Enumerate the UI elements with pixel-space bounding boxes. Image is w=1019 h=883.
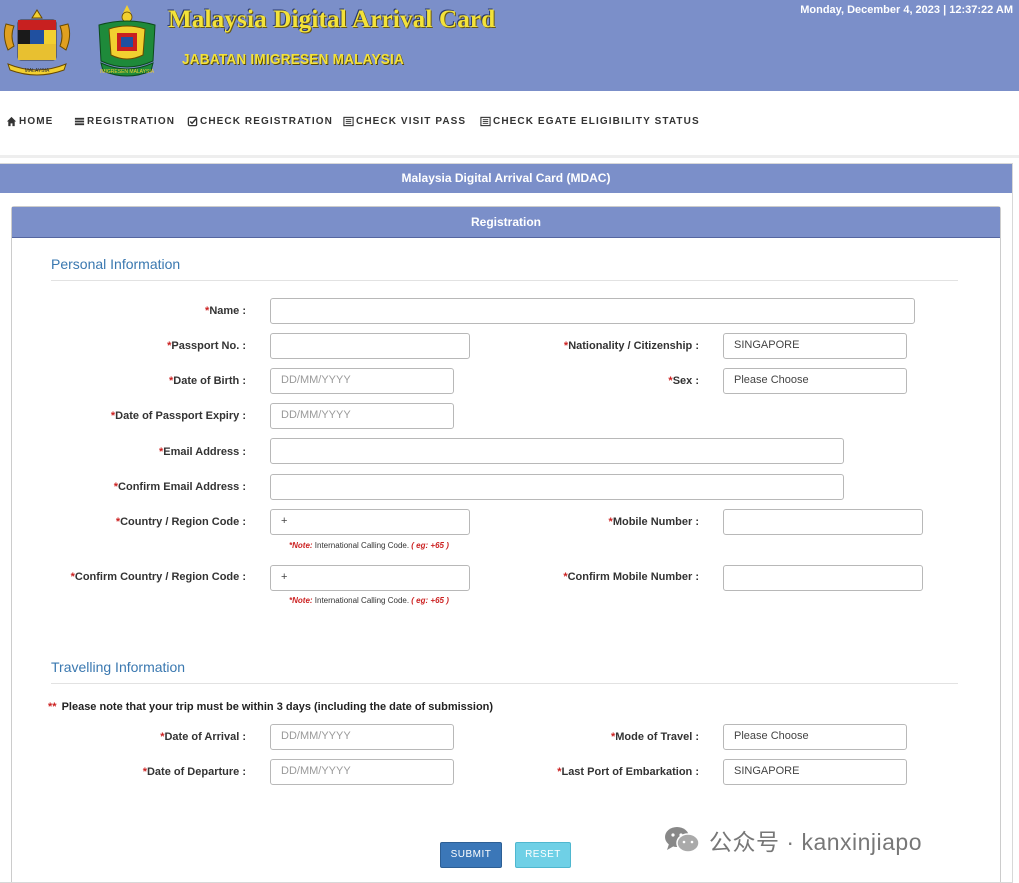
site-subtitle: JABATAN IMIGRESEN MALAYSIA: [182, 51, 405, 68]
personal-info-heading: Personal Information: [51, 256, 181, 272]
main-navigation: HOME REGISTRATION CHECK REGISTRATION CHE…: [0, 91, 1019, 158]
travel-info-divider: [51, 683, 958, 684]
arrival-date-input[interactable]: DD/MM/YYYY: [270, 724, 454, 750]
confirm-country-code-label: *Confirm Country / Region Code :: [70, 571, 246, 583]
mobile-input[interactable]: [723, 509, 923, 535]
nav-check-visit-pass-label: CHECK VISIT PASS: [356, 116, 467, 127]
confirm-country-code-note: *Note: International Calling Code. ( eg:…: [289, 596, 449, 605]
mode-of-travel-label: *Mode of Travel :: [610, 731, 699, 743]
nav-check-egate[interactable]: CHECK EGATE ELIGIBILITY STATUS: [480, 116, 700, 127]
nav-home-label: HOME: [19, 116, 54, 127]
port-of-embarkation-select[interactable]: SINGAPORE: [723, 759, 907, 785]
country-code-label: *Country / Region Code :: [115, 516, 246, 528]
wechat-watermark: 公众号 · kanxinjiapo: [663, 823, 922, 857]
site-title: Malaysia Digital Arrival Card: [168, 6, 496, 33]
list-icon: [74, 117, 85, 126]
confirm-email-input[interactable]: [270, 474, 844, 500]
email-label: *Email Address :: [158, 446, 246, 458]
sex-select[interactable]: Please Choose: [723, 368, 907, 394]
submit-button[interactable]: SUBMIT: [440, 842, 502, 868]
malaysia-coat-of-arms-icon: MALAYSIA: [3, 9, 71, 76]
nationality-label: *Nationality / Citizenship :: [563, 340, 699, 352]
header-banner: MALAYSIA IMIGRESEN MALAYSIA Malaysia Dig…: [0, 0, 1019, 91]
passport-expiry-input[interactable]: DD/MM/YYYY: [270, 403, 454, 429]
current-datetime: Monday, December 4, 2023 | 12:37:22 AM: [800, 4, 1013, 16]
wechat-icon: [665, 827, 700, 853]
home-icon: [6, 116, 17, 127]
nav-check-registration[interactable]: CHECK REGISTRATION: [187, 116, 333, 127]
confirm-mobile-label: *Confirm Mobile Number :: [563, 571, 699, 583]
list-alt-icon: [343, 116, 354, 127]
mobile-label: *Mobile Number :: [608, 516, 699, 528]
dob-label: *Date of Birth :: [168, 375, 246, 387]
travel-info-heading: Travelling Information: [51, 659, 186, 675]
country-code-note: *Note: International Calling Code. ( eg:…: [289, 541, 449, 550]
personal-info-divider: [51, 280, 958, 281]
nav-check-egate-label: CHECK EGATE ELIGIBILITY STATUS: [493, 116, 700, 127]
list-alt-icon: [480, 116, 491, 127]
passport-label: *Passport No. :: [167, 340, 246, 352]
nav-check-registration-label: CHECK REGISTRATION: [200, 116, 333, 127]
trip-note: ** Please note that your trip must be wit…: [48, 701, 494, 713]
arrival-label: *Date of Arrival :: [160, 731, 246, 743]
mode-of-travel-select[interactable]: Please Choose: [723, 724, 907, 750]
country-code-input[interactable]: +: [270, 509, 470, 535]
watermark-text: 公众号 · kanxinjiapo: [709, 829, 923, 855]
nav-home[interactable]: HOME: [6, 116, 53, 127]
email-input[interactable]: [270, 438, 844, 464]
name-input[interactable]: [270, 298, 915, 324]
nav-registration[interactable]: REGISTRATION: [74, 116, 175, 127]
passport-input[interactable]: [270, 333, 470, 359]
confirm-mobile-input[interactable]: [723, 565, 923, 591]
passport-expiry-label: *Date of Passport Expiry :: [110, 410, 246, 422]
registration-panel-title: Registration: [12, 207, 1000, 238]
confirm-email-label: *Confirm Email Address :: [113, 481, 246, 493]
check-square-icon: [187, 116, 198, 127]
departure-date-input[interactable]: DD/MM/YYYY: [270, 759, 454, 785]
mdac-panel-title: Malaysia Digital Arrival Card (MDAC): [0, 164, 1012, 193]
nav-check-visit-pass[interactable]: CHECK VISIT PASS: [343, 116, 466, 127]
coat-of-arms-ribbon-text: MALAYSIA: [25, 68, 50, 74]
confirm-country-code-input[interactable]: +: [270, 565, 470, 591]
departure-label: *Date of Departure :: [142, 766, 246, 778]
port-of-embarkation-label: *Last Port of Embarkation :: [557, 766, 699, 778]
reset-button[interactable]: RESET: [515, 842, 571, 868]
nav-registration-label: REGISTRATION: [87, 116, 176, 127]
sex-label: *Sex :: [668, 375, 699, 387]
crest-ribbon-text: IMIGRESEN MALAYSIA: [100, 69, 155, 75]
immigration-crest-icon: IMIGRESEN MALAYSIA: [98, 5, 156, 77]
dob-input[interactable]: DD/MM/YYYY: [270, 368, 454, 394]
nationality-select[interactable]: SINGAPORE: [723, 333, 907, 359]
name-label: *Name :: [205, 305, 246, 317]
